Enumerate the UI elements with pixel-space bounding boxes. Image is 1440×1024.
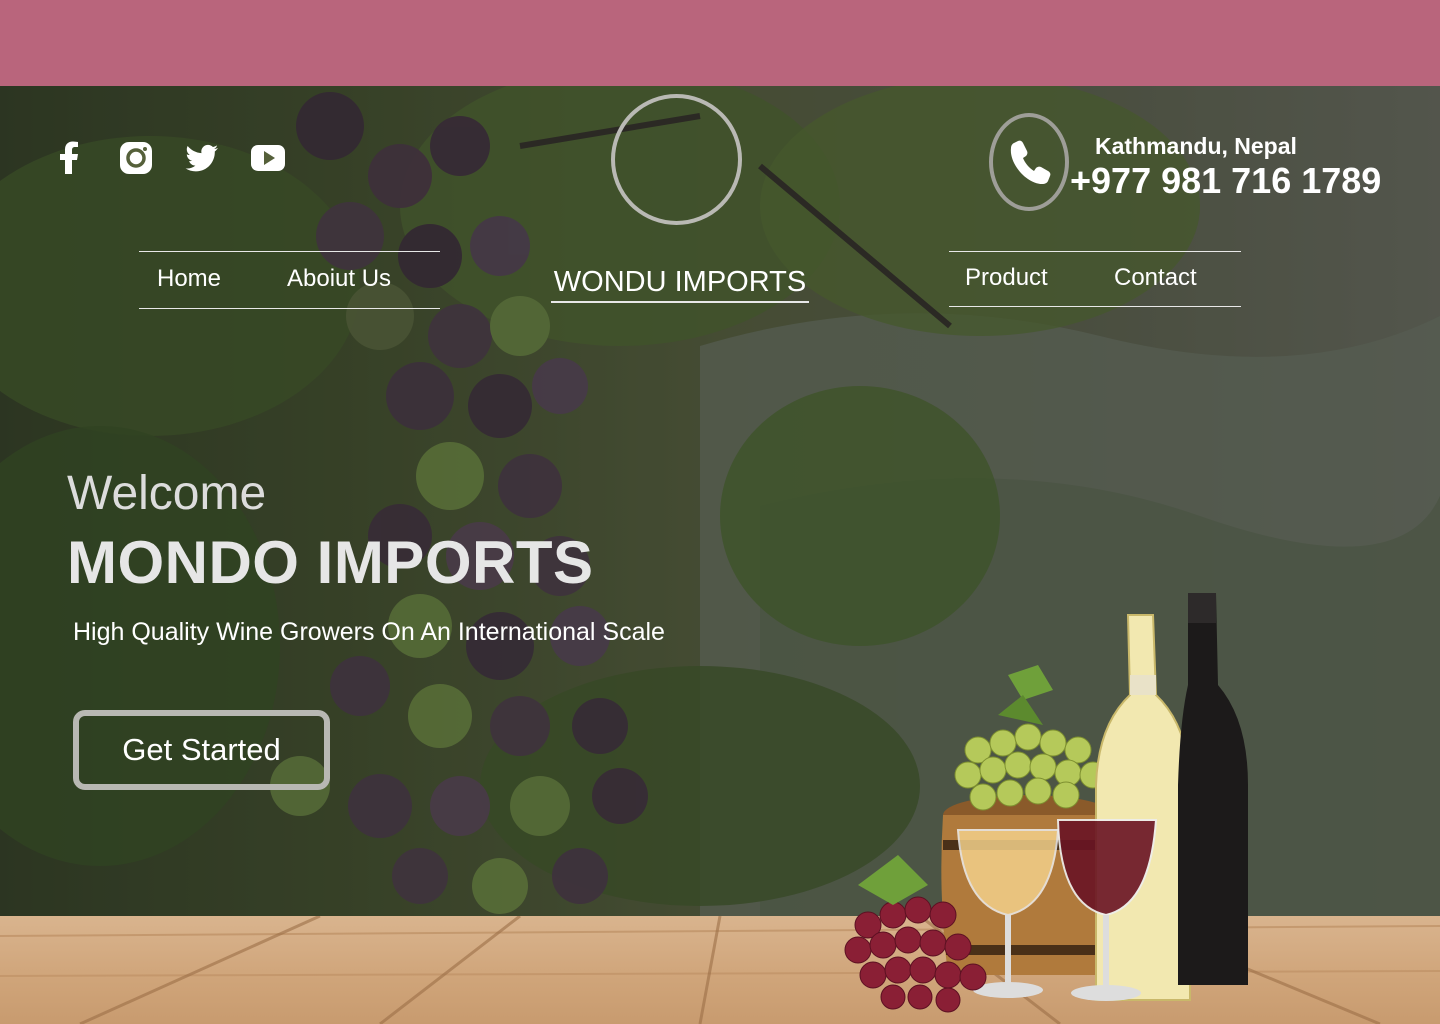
phone-number[interactable]: +977 981 716 1789: [1070, 160, 1381, 202]
phone-icon: [1010, 140, 1051, 184]
logo-placeholder[interactable]: [611, 94, 742, 225]
hero-headline: MONDO IMPORTS: [67, 529, 594, 596]
nav-contact[interactable]: Contact: [1114, 264, 1197, 292]
hero-tagline: High Quality Wine Growers On An Internat…: [73, 618, 665, 646]
location-text: Kathmandu, Nepal: [1095, 133, 1297, 159]
brand-title[interactable]: WONDU IMPORTS: [551, 266, 809, 303]
nav-about-us[interactable]: Aboiut Us: [287, 265, 391, 293]
get-started-button[interactable]: Get Started: [73, 710, 330, 790]
nav-right: Product Contact: [949, 251, 1241, 307]
nav-product[interactable]: Product: [965, 264, 1048, 292]
nav-home[interactable]: Home: [157, 265, 221, 293]
social-links: [52, 140, 286, 176]
top-banner: [0, 0, 1440, 86]
youtube-icon[interactable]: [250, 140, 286, 176]
instagram-icon[interactable]: [118, 140, 154, 176]
twitter-icon[interactable]: [184, 140, 220, 176]
wine-still-life-image: [844, 593, 1248, 1013]
phone-badge[interactable]: [989, 113, 1069, 211]
hero-welcome: Welcome: [67, 467, 267, 520]
nav-left: Home Aboiut Us: [139, 251, 440, 309]
facebook-icon[interactable]: [52, 140, 88, 176]
